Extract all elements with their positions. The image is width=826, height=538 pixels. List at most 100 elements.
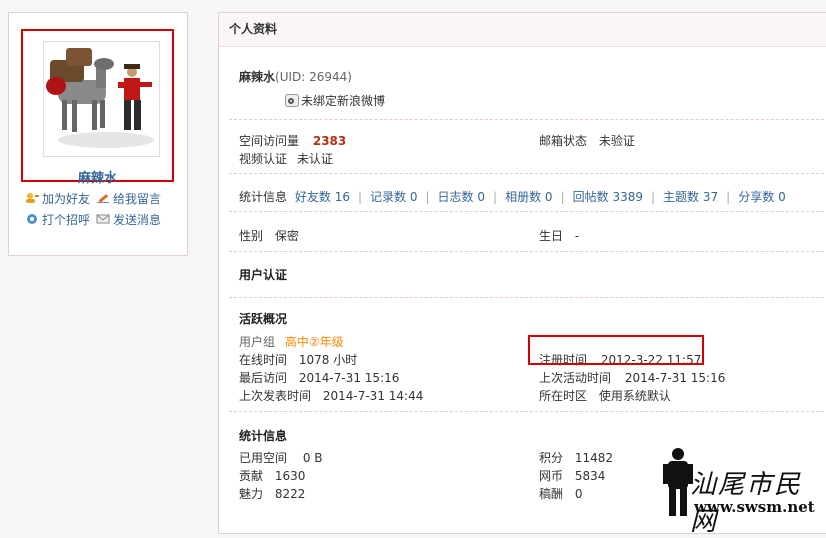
timezone-row: 所在时区 使用系统默认 xyxy=(539,387,671,404)
last-active-row: 上次活动时间 2014-7-31 15:16 xyxy=(539,369,725,386)
reward-value: 0 xyxy=(574,487,583,501)
greet-icon xyxy=(27,214,37,224)
stat-friends[interactable]: 好友数 16 xyxy=(295,188,350,205)
birthday-label: 生日 xyxy=(539,229,564,243)
timezone-label: 所在时区 xyxy=(539,389,588,403)
profile-card: 麻辣水 加为好友 给我留言 打个招呼 发送消息 xyxy=(8,12,188,256)
usergroup-value[interactable]: 高中②年级 xyxy=(285,335,344,349)
visits-value: 2383 xyxy=(312,134,347,148)
divider xyxy=(229,211,826,212)
gender-label: 性别 xyxy=(239,229,264,243)
register-highlight-box xyxy=(528,335,704,365)
activity-title: 活跃概况 xyxy=(239,312,288,326)
online-row: 在线时间 1078 小时 xyxy=(239,351,357,368)
reward-label: 稿酬 xyxy=(539,487,564,501)
statistics-title: 统计信息 xyxy=(239,429,288,443)
stats-label: 统计信息 xyxy=(239,190,288,204)
divider xyxy=(229,119,826,120)
video-label: 视频认证 xyxy=(239,152,288,166)
usergroup-label: 用户组 xyxy=(239,335,276,349)
envelope-icon xyxy=(96,214,110,224)
online-label: 在线时间 xyxy=(239,353,288,367)
charm-row: 魅力 8222 xyxy=(239,485,305,502)
email-label: 邮箱状态 xyxy=(539,134,588,148)
contrib-value: 1630 xyxy=(274,469,306,483)
space-value: 0 B xyxy=(302,451,323,465)
birthday-row: 生日 - xyxy=(539,227,579,244)
uid-text: (UID: 26944) xyxy=(275,70,352,84)
avatar-illustration-icon xyxy=(46,48,154,148)
last-active-value: 2014-7-31 15:16 xyxy=(624,371,726,385)
charm-value: 8222 xyxy=(274,487,306,501)
weibo-line[interactable]: 未绑定新浪微博 xyxy=(285,92,385,109)
stat-albums[interactable]: 相册数 0 xyxy=(505,188,552,205)
visits-label: 空间访问量 xyxy=(239,134,300,148)
divider xyxy=(229,297,826,298)
last-post-row: 上次发表时间 2014-7-31 14:44 xyxy=(239,387,423,404)
last-post-value: 2014-7-31 14:44 xyxy=(322,389,424,403)
last-visit-row: 最后访问 2014-7-31 15:16 xyxy=(239,369,399,386)
gender-value: 保密 xyxy=(274,229,299,243)
last-post-label: 上次发表时间 xyxy=(239,389,312,403)
contrib-row: 贡献 1630 xyxy=(239,467,305,484)
coins-row: 网币 5834 xyxy=(539,467,605,484)
contrib-label: 贡献 xyxy=(239,469,264,483)
site-watermark: 汕尾市民网 www.swsm.net xyxy=(660,446,826,537)
usergroup-row: 用户组 高中②年级 xyxy=(239,333,344,350)
divider xyxy=(229,173,826,174)
space-row: 已用空间 0 B xyxy=(239,449,323,466)
points-value: 11482 xyxy=(574,451,614,465)
stat-shares[interactable]: 分享数 0 xyxy=(738,188,785,205)
greet-link[interactable]: 打个招呼 xyxy=(25,211,90,228)
add-friend-icon xyxy=(26,193,39,203)
points-label: 积分 xyxy=(539,451,564,465)
leave-message-link[interactable]: 给我留言 xyxy=(96,190,161,207)
visits-row: 空间访问量 2383 xyxy=(239,132,346,149)
send-message-link[interactable]: 发送消息 xyxy=(96,211,161,228)
action-row-1: 加为好友 给我留言 xyxy=(25,189,161,207)
divider xyxy=(229,411,826,412)
stat-replies[interactable]: 回帖数 3389 xyxy=(573,188,643,205)
birthday-value: - xyxy=(574,229,580,243)
email-value: 未验证 xyxy=(598,134,635,148)
reward-row: 稿酬 0 xyxy=(539,485,582,502)
stat-blogs[interactable]: 日志数 0 xyxy=(438,188,485,205)
points-row: 积分 11482 xyxy=(539,449,613,466)
online-value: 1078 小时 xyxy=(298,353,358,367)
separator: | xyxy=(357,190,363,204)
divider xyxy=(229,251,826,252)
separator: | xyxy=(425,190,430,204)
gender-row: 性别 保密 xyxy=(239,227,299,244)
stat-records[interactable]: 记录数 0 xyxy=(370,188,417,205)
space-label: 已用空间 xyxy=(239,451,288,465)
watermark-url: www.swsm.net xyxy=(694,498,815,516)
last-active-label: 上次活动时间 xyxy=(539,371,612,385)
separator: | xyxy=(651,190,656,204)
charm-label: 魅力 xyxy=(239,487,264,501)
profile-name: 麻辣水 xyxy=(239,70,276,84)
weibo-text[interactable]: 未绑定新浪微博 xyxy=(301,92,385,109)
action-row-2: 打个招呼 发送消息 xyxy=(25,210,161,228)
coins-value: 5834 xyxy=(574,469,606,483)
pencil-icon xyxy=(97,194,110,203)
stats-row: 统计信息 好友数 16 | 记录数 0 | 日志数 0 | 相册数 0 | 回帖数 3389 | 主… xyxy=(239,188,786,205)
avatar[interactable] xyxy=(43,41,160,157)
timezone-value: 使用系统默认 xyxy=(598,389,671,403)
username[interactable]: 麻辣水 xyxy=(23,167,172,186)
separator: | xyxy=(560,190,565,204)
coins-label: 网币 xyxy=(539,469,564,483)
separator: | xyxy=(493,190,498,204)
user-auth-title: 用户认证 xyxy=(239,268,288,282)
name-line: 麻辣水(UID: 26944) xyxy=(239,68,352,85)
separator: | xyxy=(726,190,731,204)
video-row: 视频认证 未认证 xyxy=(239,150,333,167)
video-value: 未认证 xyxy=(296,152,333,166)
avatar-highlight-box: 麻辣水 xyxy=(21,29,174,186)
weibo-icon xyxy=(285,94,299,107)
add-friend-link[interactable]: 加为好友 xyxy=(25,190,90,207)
last-visit-label: 最后访问 xyxy=(239,371,288,385)
panel-title: 个人资料 xyxy=(219,13,826,47)
email-row: 邮箱状态 未验证 xyxy=(539,132,635,149)
last-visit-value: 2014-7-31 15:16 xyxy=(298,371,400,385)
stat-topics[interactable]: 主题数 37 xyxy=(663,188,718,205)
